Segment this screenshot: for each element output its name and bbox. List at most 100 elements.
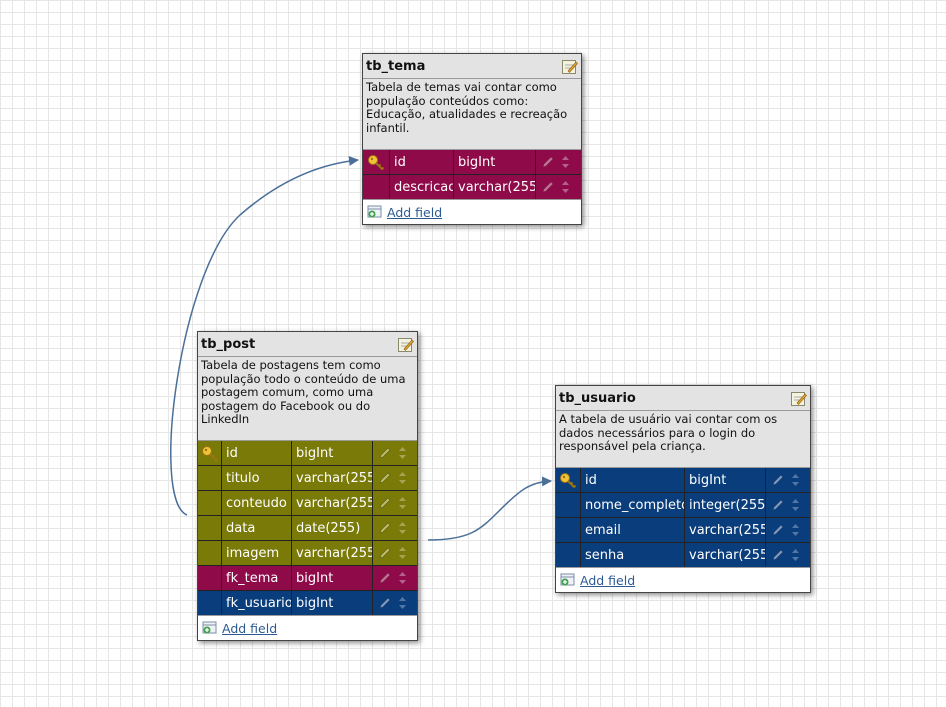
pencil-icon[interactable] <box>771 523 785 537</box>
field-row-conteudo[interactable]: conteudo varchar(255) <box>198 491 417 516</box>
pencil-icon[interactable] <box>378 496 392 510</box>
key-cell <box>198 591 222 615</box>
field-type: integer(255) <box>685 493 766 517</box>
table-header[interactable]: tb_usuario <box>556 386 810 411</box>
add-field-link[interactable]: Add field <box>387 205 442 220</box>
field-name: email <box>581 518 685 542</box>
pencil-icon[interactable] <box>771 548 785 562</box>
field-row-senha[interactable]: senha varchar(255) <box>556 543 810 567</box>
field-row-fk-tema[interactable]: fk_tema bigInt <box>198 566 417 591</box>
pencil-icon[interactable] <box>378 571 392 585</box>
field-row-titulo[interactable]: titulo varchar(255) <box>198 466 417 491</box>
reorder-arrows-icon[interactable] <box>398 496 407 510</box>
field-type: varchar(255) <box>292 541 373 565</box>
field-name: id <box>390 150 454 174</box>
pencil-icon[interactable] <box>378 596 392 610</box>
field-row-descricao[interactable]: descricao varchar(255) <box>363 175 581 199</box>
reorder-arrows-icon[interactable] <box>561 180 570 194</box>
pencil-icon[interactable] <box>378 546 392 560</box>
field-type: bigInt <box>292 441 373 465</box>
key-cell <box>198 441 222 465</box>
table-tb-tema[interactable]: tb_tema Tabela de temas vai contar como … <box>362 53 582 225</box>
field-actions <box>373 491 415 515</box>
pencil-icon[interactable] <box>378 521 392 535</box>
field-actions <box>766 518 808 542</box>
field-actions <box>766 543 808 567</box>
field-name: titulo <box>222 466 292 490</box>
key-cell <box>198 541 222 565</box>
field-name: data <box>222 516 292 540</box>
field-row-email[interactable]: email varchar(255) <box>556 518 810 543</box>
table-description: Tabela de postagens tem como população t… <box>198 357 417 441</box>
key-cell <box>556 493 581 517</box>
field-row-id[interactable]: id bigInt <box>363 150 581 175</box>
field-row-nome-completo[interactable]: nome_completo integer(255) <box>556 493 810 518</box>
field-list: id bigInt descricao varchar(255) <box>363 150 581 199</box>
reorder-arrows-icon[interactable] <box>791 548 800 562</box>
reorder-arrows-icon[interactable] <box>398 471 407 485</box>
table-title: tb_tema <box>366 58 426 74</box>
field-actions <box>373 441 415 465</box>
field-actions <box>766 493 808 517</box>
edit-table-icon[interactable] <box>561 58 578 75</box>
reorder-arrows-icon[interactable] <box>791 523 800 537</box>
field-type: varchar(255) <box>292 466 373 490</box>
field-actions <box>373 566 415 590</box>
field-list: id bigInt nome_completo integer(255) ema… <box>556 468 810 567</box>
table-title: tb_post <box>201 336 256 352</box>
table-tb-post[interactable]: tb_post Tabela de postagens tem como pop… <box>197 331 418 641</box>
edit-table-icon[interactable] <box>790 390 807 407</box>
key-cell <box>556 518 581 542</box>
field-name: nome_completo <box>581 493 685 517</box>
key-icon <box>368 155 385 171</box>
add-field-bar: Add field <box>556 567 810 592</box>
field-type: varchar(255) <box>454 175 536 199</box>
pencil-icon[interactable] <box>771 498 785 512</box>
add-field-link[interactable]: Add field <box>580 573 635 588</box>
reorder-arrows-icon[interactable] <box>791 473 800 487</box>
field-name: id <box>222 441 292 465</box>
field-row-fk-usuario[interactable]: fk_usuario bigInt <box>198 591 417 615</box>
pencil-icon[interactable] <box>541 155 555 169</box>
edit-table-icon[interactable] <box>397 336 414 353</box>
table-description: Tabela de temas vai contar como populaçã… <box>363 79 581 150</box>
reorder-arrows-icon[interactable] <box>561 155 570 169</box>
table-tb-usuario[interactable]: tb_usuario A tabela de usuário vai conta… <box>555 385 811 593</box>
key-cell <box>198 516 222 540</box>
field-type: bigInt <box>685 468 766 492</box>
field-type: bigInt <box>454 150 536 174</box>
reorder-arrows-icon[interactable] <box>398 446 407 460</box>
table-header[interactable]: tb_post <box>198 332 417 357</box>
add-field-icon[interactable] <box>367 205 383 219</box>
key-cell <box>198 466 222 490</box>
field-actions <box>373 541 415 565</box>
field-row-data[interactable]: data date(255) <box>198 516 417 541</box>
key-cell <box>363 175 390 199</box>
pencil-icon[interactable] <box>378 471 392 485</box>
key-cell <box>198 491 222 515</box>
add-field-link[interactable]: Add field <box>222 621 277 636</box>
add-field-icon[interactable] <box>560 573 576 587</box>
field-row-id[interactable]: id bigInt <box>556 468 810 493</box>
add-field-icon[interactable] <box>202 621 218 635</box>
pencil-icon[interactable] <box>378 446 392 460</box>
link-post-usuario[interactable] <box>427 476 552 541</box>
field-name: imagem <box>222 541 292 565</box>
field-actions <box>373 591 415 615</box>
field-name: id <box>581 468 685 492</box>
diagram-canvas[interactable]: tb_tema Tabela de temas vai contar como … <box>0 0 946 707</box>
field-type: bigInt <box>292 566 373 590</box>
pencil-icon[interactable] <box>771 473 785 487</box>
reorder-arrows-icon[interactable] <box>398 521 407 535</box>
reorder-arrows-icon[interactable] <box>398 571 407 585</box>
field-row-id[interactable]: id bigInt <box>198 441 417 466</box>
field-name: conteudo <box>222 491 292 515</box>
field-actions <box>766 468 808 492</box>
field-row-imagem[interactable]: imagem varchar(255) <box>198 541 417 566</box>
table-header[interactable]: tb_tema <box>363 54 581 79</box>
pencil-icon[interactable] <box>541 180 555 194</box>
reorder-arrows-icon[interactable] <box>398 596 407 610</box>
reorder-arrows-icon[interactable] <box>791 498 800 512</box>
field-actions <box>373 466 415 490</box>
reorder-arrows-icon[interactable] <box>398 546 407 560</box>
